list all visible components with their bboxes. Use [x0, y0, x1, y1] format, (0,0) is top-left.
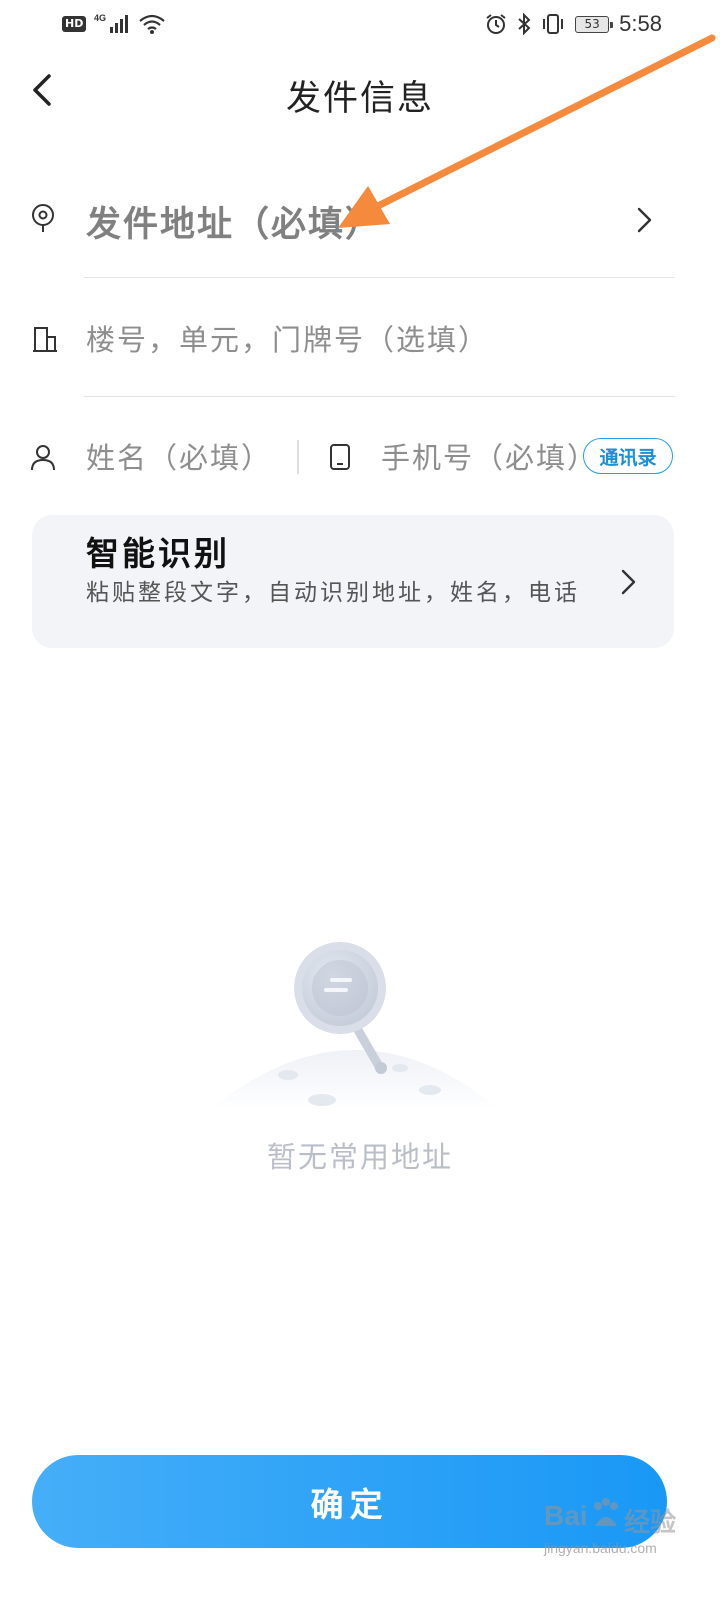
hd-badge: HD [62, 16, 87, 32]
person-icon [29, 443, 57, 471]
location-pin-icon [29, 204, 57, 232]
address-chevron-icon[interactable] [629, 205, 659, 235]
phone-input[interactable] [381, 436, 583, 480]
phone-icon [326, 443, 354, 471]
bluetooth-icon [518, 13, 531, 35]
vibrate-icon [543, 14, 564, 34]
watermark-brand: Bai [544, 1500, 588, 1531]
status-bar: HD 4G 53 5:58 [0, 0, 720, 48]
baidu-jingyan-watermark: Bai 经验 jingyan.baidu.com [540, 1496, 710, 1564]
status-left: HD 4G [62, 12, 166, 36]
magnifier-planet-icon [210, 942, 500, 1110]
divider [84, 396, 675, 397]
status-right: 53 5:58 [485, 10, 662, 38]
alarm-icon [486, 14, 506, 34]
detail-address-input[interactable] [86, 318, 646, 362]
wifi-icon [139, 14, 166, 34]
smart-recognition-card[interactable]: 智能识别 粘贴整段文字，自动识别地址，姓名，电话 [32, 515, 674, 648]
field-separator [297, 440, 299, 474]
watermark-word: 经验 [624, 1508, 677, 1538]
name-input[interactable] [86, 436, 276, 480]
smart-recognition-title: 智能识别 [86, 534, 230, 573]
smart-recognition-description: 粘贴整段文字，自动识别地址，姓名，电话 [86, 580, 580, 606]
status-time: 5:58 [619, 11, 662, 36]
sender-address-field[interactable]: 发件地址（必填） [86, 196, 382, 247]
chevron-right-icon [613, 567, 643, 597]
network-type-label: 4G [94, 13, 106, 23]
empty-state-text: 暂无常用地址 [266, 1140, 453, 1174]
paw-logo-icon [594, 1498, 618, 1526]
battery-level: 53 [584, 17, 600, 31]
watermark-url: jingyan.baidu.com [544, 1540, 657, 1556]
signal-icon: 4G [94, 13, 129, 33]
building-icon [31, 325, 59, 353]
battery-icon: 53 [575, 15, 614, 33]
contacts-button[interactable]: 通讯录 [583, 438, 673, 474]
page-title: 发件信息 [285, 79, 434, 119]
divider [84, 277, 675, 278]
